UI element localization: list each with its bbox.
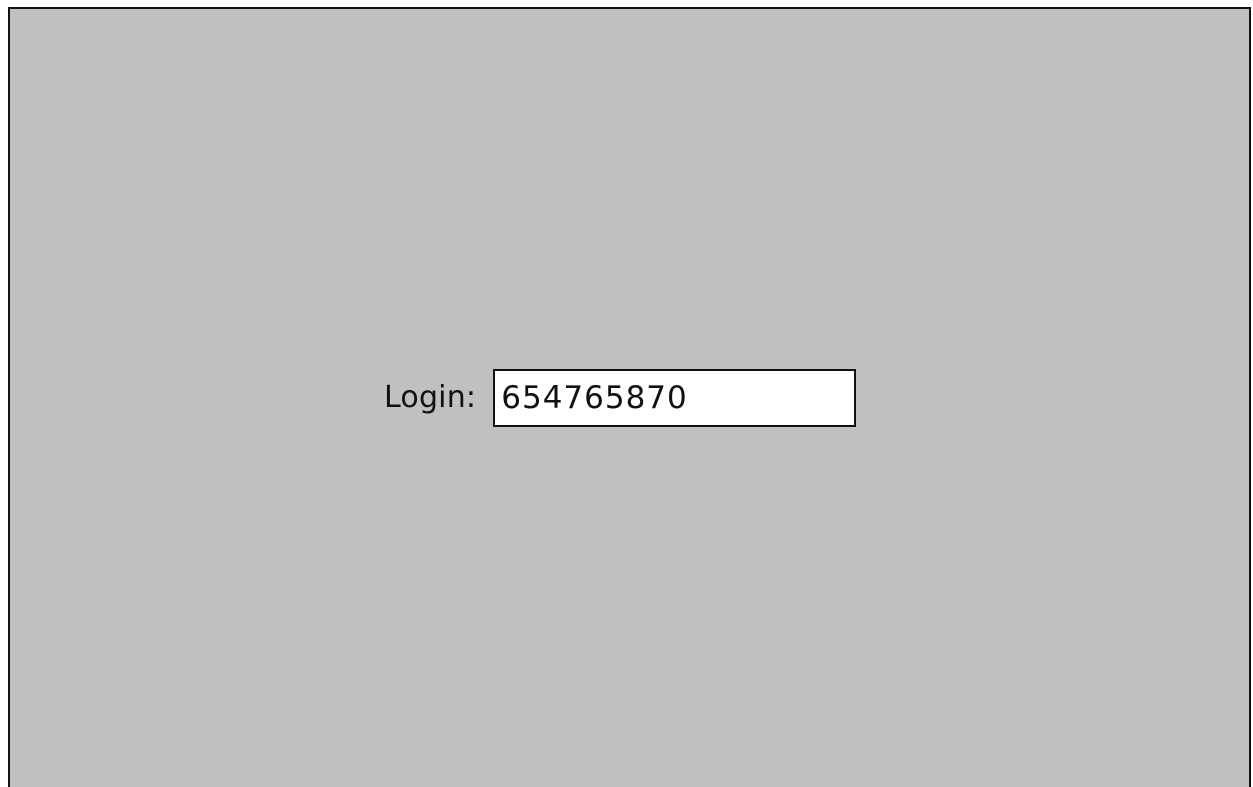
login-input[interactable]: 654765870 (493, 369, 857, 427)
login-label: Login: (384, 380, 477, 415)
login-row: Login: 654765870 (384, 369, 857, 427)
window-frame: Login: 654765870 (8, 7, 1251, 787)
